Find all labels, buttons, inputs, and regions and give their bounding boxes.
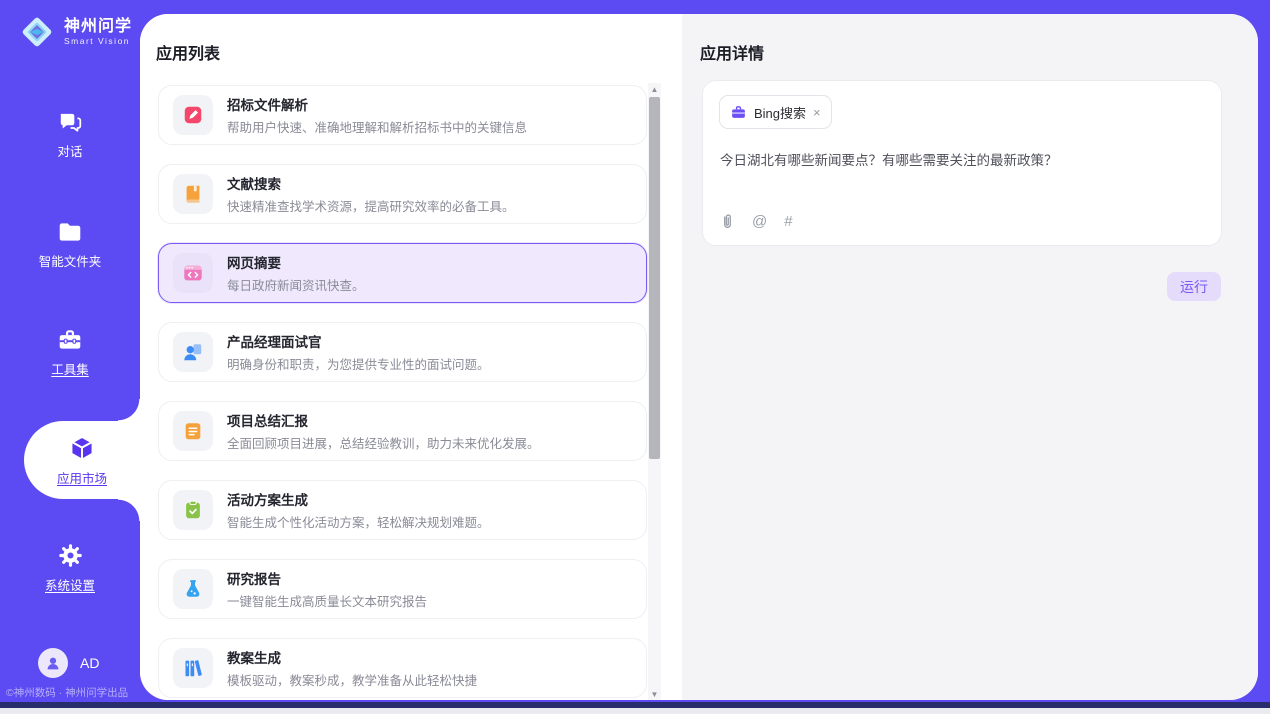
content-area: 应用列表 招标文件解析 帮助用户快速、准确地理解和解析招标书中的关键信息 — [140, 14, 1258, 700]
app-card-lesson-plan[interactable]: 教案生成 模板驱动，教案秒成，教学准备从此轻松快捷 — [158, 638, 647, 698]
brand-name: 神州问学 — [64, 18, 132, 36]
app-card-desc: 明确身份和职责，为您提供专业性的面试问题。 — [227, 354, 490, 373]
scrollbar-thumb[interactable] — [649, 97, 660, 459]
sidebar-item-label: 工具集 — [51, 359, 89, 378]
app-card-research-report[interactable]: 研究报告 一键智能生成高质量长文本研究报告 — [158, 559, 647, 619]
pen-square-icon — [173, 95, 213, 135]
app-card-title: 招标文件解析 — [227, 94, 527, 114]
sidebar-item-label: 应用市场 — [57, 468, 107, 487]
bottom-light-strip — [0, 708, 1270, 714]
app-card-title: 网页摘要 — [227, 252, 365, 272]
flask-icon — [173, 569, 213, 609]
books-icon — [173, 648, 213, 688]
sidebar-item-app-market[interactable]: 应用市场 — [24, 421, 140, 499]
app-list-panel: 应用列表 招标文件解析 帮助用户快速、准确地理解和解析招标书中的关键信息 — [140, 14, 682, 700]
app-card-desc: 模板驱动，教案秒成，教学准备从此轻松快捷 — [227, 670, 477, 689]
brand-subtitle: Smart Vision — [64, 36, 132, 46]
book-icon — [173, 174, 213, 214]
toolbox-icon — [57, 327, 83, 353]
folder-icon — [57, 219, 83, 245]
close-icon[interactable]: × — [813, 106, 821, 119]
app-card-desc: 全面回顾项目进展，总结经验教训，助力未来优化发展。 — [227, 433, 540, 452]
composer-toolbar: @ # — [720, 213, 793, 230]
clipboard-check-icon — [173, 490, 213, 530]
app-card-web-summary[interactable]: 网页摘要 每日政府新闻资讯快查。 — [158, 243, 647, 303]
app-card-desc: 快速精准查找学术资源，提高研究效率的必备工具。 — [227, 196, 515, 215]
brand-logo: 神州问学 Smart Vision — [18, 13, 132, 51]
app-card-desc: 帮助用户快速、准确地理解和解析招标书中的关键信息 — [227, 117, 527, 136]
prompt-card: Bing搜索 × 今日湖北有哪些新闻要点？有哪些需要关注的最新政策？ @ # — [702, 80, 1222, 246]
hash-icon[interactable]: # — [784, 213, 792, 230]
app-detail-panel: 应用详情 Bing搜索 × 今日湖北有哪些新闻要点？有哪些需要关注的最新政策？ — [682, 14, 1258, 700]
sidebar-item-settings[interactable]: 系统设置 — [0, 539, 140, 597]
interviewer-icon — [173, 332, 213, 372]
app-card-title: 项目总结汇报 — [227, 410, 540, 430]
sidebar-item-label: 对话 — [57, 141, 82, 160]
copyright-footer: ©神州数码 · 神州问学出品 — [6, 685, 140, 700]
app-card-title: 活动方案生成 — [227, 489, 490, 509]
sidebar-item-smart-folder[interactable]: 智能文件夹 — [0, 215, 140, 273]
at-icon[interactable]: @ — [752, 213, 767, 230]
sidebar-item-label: 智能文件夹 — [39, 251, 102, 270]
scroll-down-arrow-icon[interactable]: ▼ — [648, 688, 661, 700]
app-card-desc: 每日政府新闻资讯快查。 — [227, 275, 365, 294]
cube-icon — [68, 434, 96, 462]
app-card-event-plan[interactable]: 活动方案生成 智能生成个性化活动方案，轻松解决规划难题。 — [158, 480, 647, 540]
paperclip-icon[interactable] — [720, 213, 735, 230]
app-card-bid-parsing[interactable]: 招标文件解析 帮助用户快速、准确地理解和解析招标书中的关键信息 — [158, 85, 647, 145]
diamond-logo-icon — [18, 13, 56, 51]
app-card-literature-search[interactable]: 文献搜索 快速精准查找学术资源，提高研究效率的必备工具。 — [158, 164, 647, 224]
note-icon — [173, 411, 213, 451]
run-button[interactable]: 运行 — [1167, 272, 1221, 301]
app-list-title: 应用列表 — [156, 40, 220, 64]
avatar[interactable] — [38, 648, 68, 678]
prompt-input[interactable]: 今日湖北有哪些新闻要点？有哪些需要关注的最新政策？ — [720, 149, 1205, 169]
app-card-pm-interviewer[interactable]: 产品经理面试官 明确身份和职责，为您提供专业性的面试问题。 — [158, 322, 647, 382]
tool-chip-label: Bing搜索 — [754, 103, 806, 122]
app-card-title: 文献搜索 — [227, 173, 515, 193]
app-card-list: 招标文件解析 帮助用户快速、准确地理解和解析招标书中的关键信息 文献搜索 — [158, 85, 647, 700]
scroll-up-arrow-icon[interactable]: ▲ — [648, 83, 661, 95]
sidebar-item-chat[interactable]: 对话 — [0, 105, 140, 163]
app-list-scrollbar[interactable]: ▲ ▼ — [648, 83, 661, 700]
sidebar-item-label: 系统设置 — [45, 575, 95, 594]
app-card-desc: 智能生成个性化活动方案，轻松解决规划难题。 — [227, 512, 490, 531]
app-card-title: 产品经理面试官 — [227, 331, 490, 351]
user-row: AD — [38, 648, 99, 678]
gear-icon — [57, 542, 84, 569]
tool-chip-bing-search[interactable]: Bing搜索 × — [719, 95, 832, 129]
app-card-title: 教案生成 — [227, 647, 477, 667]
app-card-title: 研究报告 — [227, 568, 427, 588]
chat-icon — [57, 109, 83, 135]
app-detail-title: 应用详情 — [700, 40, 764, 64]
app-card-project-summary[interactable]: 项目总结汇报 全面回顾项目进展，总结经验教训，助力未来优化发展。 — [158, 401, 647, 461]
browser-code-icon — [173, 253, 213, 293]
app-card-desc: 一键智能生成高质量长文本研究报告 — [227, 591, 427, 610]
briefcase-icon — [730, 104, 747, 121]
sidebar-item-toolset[interactable]: 工具集 — [0, 323, 140, 381]
user-initials: AD — [80, 655, 99, 671]
sidebar: 神州问学 Smart Vision 对话 智能文件夹 — [0, 0, 140, 702]
